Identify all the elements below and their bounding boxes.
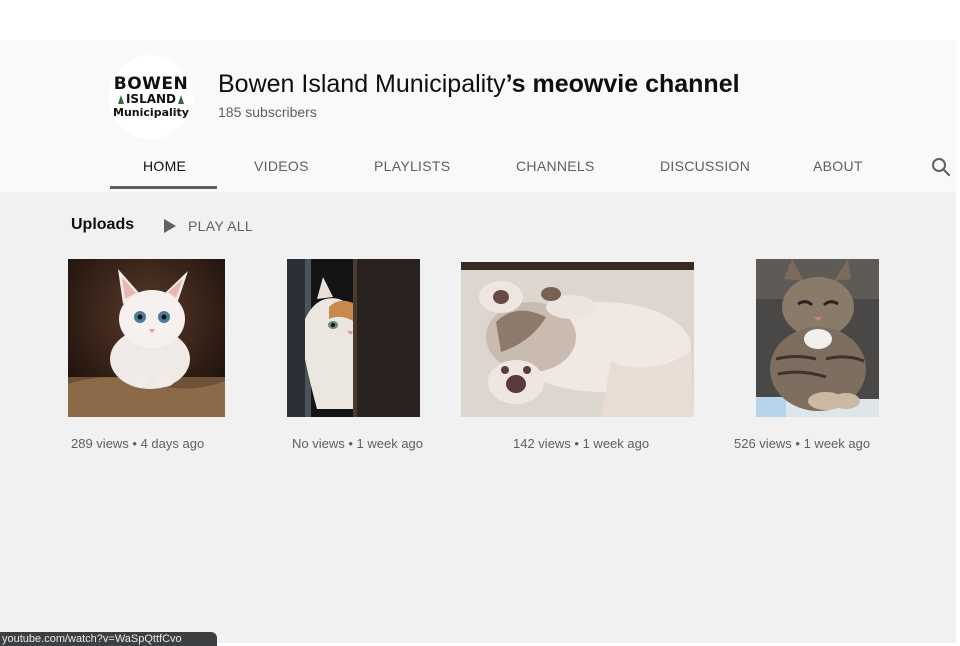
page-edge <box>956 40 960 643</box>
logo-text-island: ISLAND <box>125 91 177 106</box>
uploads-heading[interactable]: Uploads <box>71 216 134 234</box>
video-thumbnail-3[interactable] <box>461 262 694 417</box>
logo-text-bowen: BOWEN <box>113 73 189 94</box>
search-icon[interactable] <box>931 157 951 177</box>
video-meta-4: 526 views • 1 week ago <box>734 436 871 451</box>
status-bar-url: youtube.com/watch?v=WaSpQttfCvo <box>0 632 217 646</box>
tab-about[interactable]: ABOUT <box>813 158 863 174</box>
video-thumbnail-1[interactable] <box>68 259 225 417</box>
channel-title-bold: ’s meowvie channel <box>505 70 740 98</box>
logo-text-municipality: Municipality <box>113 105 189 119</box>
channel-avatar[interactable]: BOWEN ISLAND Municipality <box>109 55 193 139</box>
kitten-thumbnail-image <box>68 259 225 417</box>
channel-title-regular: Bowen Island Municipality <box>218 70 506 98</box>
channel-title: Bowen Island Municipality’s meowvie chan… <box>218 70 740 99</box>
video-meta-3: 142 views • 1 week ago <box>513 436 650 451</box>
play-all-button[interactable]: PLAY ALL <box>164 218 253 234</box>
tab-videos[interactable]: VIDEOS <box>254 158 309 174</box>
tab-discussion[interactable]: DISCUSSION <box>660 158 750 174</box>
tab-channels[interactable]: CHANNELS <box>516 158 595 174</box>
subscriber-count: 185 subscribers <box>218 104 317 120</box>
video-meta-1: 289 views • 4 days ago <box>71 436 205 451</box>
kitten-thumbnail-image <box>461 262 694 417</box>
tree-icon <box>178 94 185 104</box>
cat-thumbnail-image <box>756 259 879 417</box>
play-icon <box>164 219 176 233</box>
tab-home[interactable]: HOME <box>143 158 186 174</box>
active-tab-indicator <box>110 186 217 189</box>
video-meta-2: No views • 1 week ago <box>292 436 424 451</box>
video-thumbnail-4[interactable] <box>756 259 879 417</box>
logo-text-island-row: ISLAND <box>117 91 185 106</box>
play-all-label: PLAY ALL <box>188 218 253 234</box>
tab-playlists[interactable]: PLAYLISTS <box>374 158 450 174</box>
tree-icon <box>117 94 124 104</box>
kitten-thumbnail-image <box>287 259 420 417</box>
video-thumbnail-2[interactable] <box>287 259 420 417</box>
